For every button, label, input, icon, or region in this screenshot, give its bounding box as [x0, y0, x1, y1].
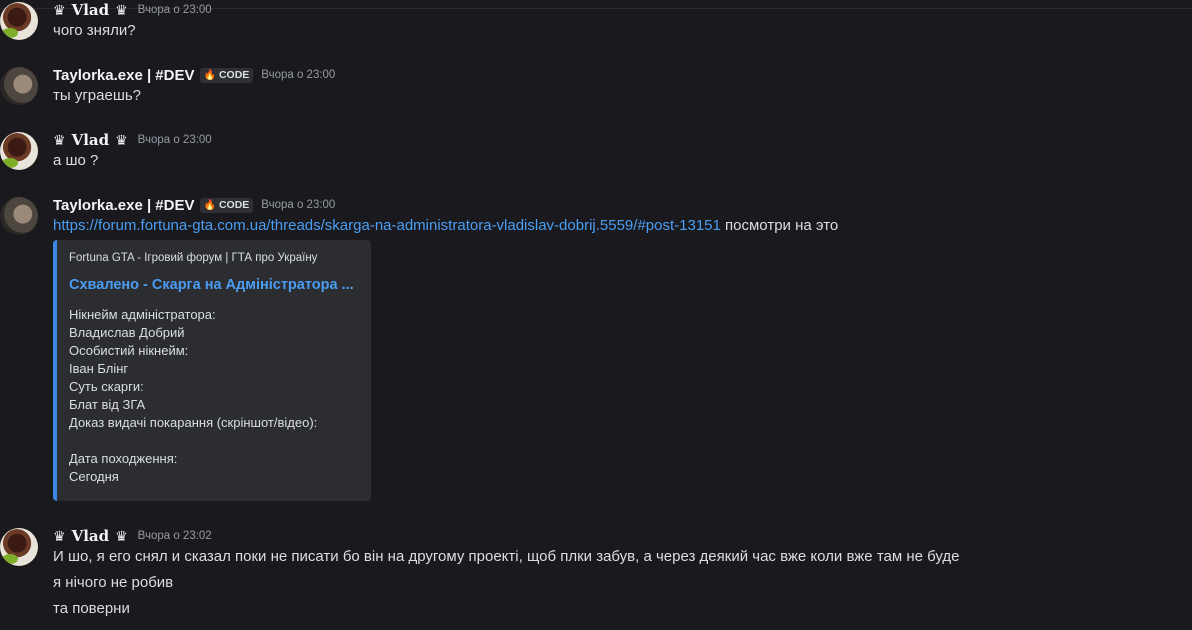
avatar[interactable] — [0, 197, 38, 235]
crown-icon: ♛ — [115, 1, 128, 18]
message-text: а шо ? — [53, 152, 99, 169]
crown-icon: ♛ — [53, 527, 66, 544]
server-tag[interactable]: 🔥 CODE — [199, 67, 254, 83]
crown-icon: ♛ — [53, 131, 66, 148]
crown-icon: ♛ — [115, 131, 128, 148]
avatar[interactable] — [0, 528, 38, 566]
tag-label: CODE — [218, 69, 250, 81]
message-header: ♛ Vlad ♛ Вчора о 23:00 — [53, 0, 212, 20]
message-header: ♛ Vlad ♛ Вчора о 23:00 — [53, 130, 212, 150]
message-header: Taylorka.exe | #DEV 🔥 CODE Вчора о 23:00 — [53, 65, 335, 85]
server-tag[interactable]: 🔥 CODE — [199, 197, 254, 213]
crown-icon: ♛ — [115, 527, 128, 544]
tag-label: CODE — [218, 199, 250, 211]
embed-provider[interactable]: Fortuna GTA - Ігровий форум | ГТА про Ук… — [69, 252, 317, 264]
username[interactable]: Taylorka.exe | #DEV — [53, 197, 195, 214]
message-text: та поверни — [53, 600, 130, 617]
username[interactable]: Vlad — [72, 131, 110, 149]
avatar[interactable] — [0, 67, 38, 105]
timestamp[interactable]: Вчора о 23:00 — [261, 69, 335, 81]
message-header: Taylorka.exe | #DEV 🔥 CODE Вчора о 23:00 — [53, 195, 335, 215]
crown-icon: ♛ — [53, 1, 66, 18]
avatar[interactable] — [0, 2, 38, 40]
username[interactable]: Taylorka.exe | #DEV — [53, 67, 195, 84]
message-link[interactable]: https://forum.fortuna-gta.com.ua/threads… — [53, 217, 721, 234]
message-text: я нічого не робив — [53, 574, 174, 591]
username[interactable]: Vlad — [72, 1, 110, 19]
message-text: https://forum.fortuna-gta.com.ua/threads… — [53, 217, 838, 234]
message-text: чого зняли? — [53, 22, 136, 39]
timestamp[interactable]: Вчора о 23:00 — [138, 4, 212, 16]
message-header: ♛ Vlad ♛ Вчора о 23:02 — [53, 526, 212, 546]
timestamp[interactable]: Вчора о 23:00 — [261, 199, 335, 211]
link-embed: Fortuna GTA - Ігровий форум | ГТА про Ук… — [53, 240, 371, 501]
avatar[interactable] — [0, 132, 38, 170]
flame-icon: 🔥 — [203, 69, 216, 81]
message-text: И шо, я его снял и сказал поки не писати… — [53, 548, 960, 565]
embed-description: Нікнейм адміністратора: Владислав Добрий… — [69, 307, 318, 484]
link-suffix-text: посмотри на это — [725, 217, 839, 234]
embed-title[interactable]: Схвалено - Скарга на Адміністратора ... — [69, 277, 354, 293]
timestamp[interactable]: Вчора о 23:00 — [138, 134, 212, 146]
flame-icon: 🔥 — [203, 199, 216, 211]
username[interactable]: Vlad — [72, 527, 110, 545]
message-text: ты уграешь? — [53, 87, 142, 104]
timestamp[interactable]: Вчора о 23:02 — [138, 530, 212, 542]
